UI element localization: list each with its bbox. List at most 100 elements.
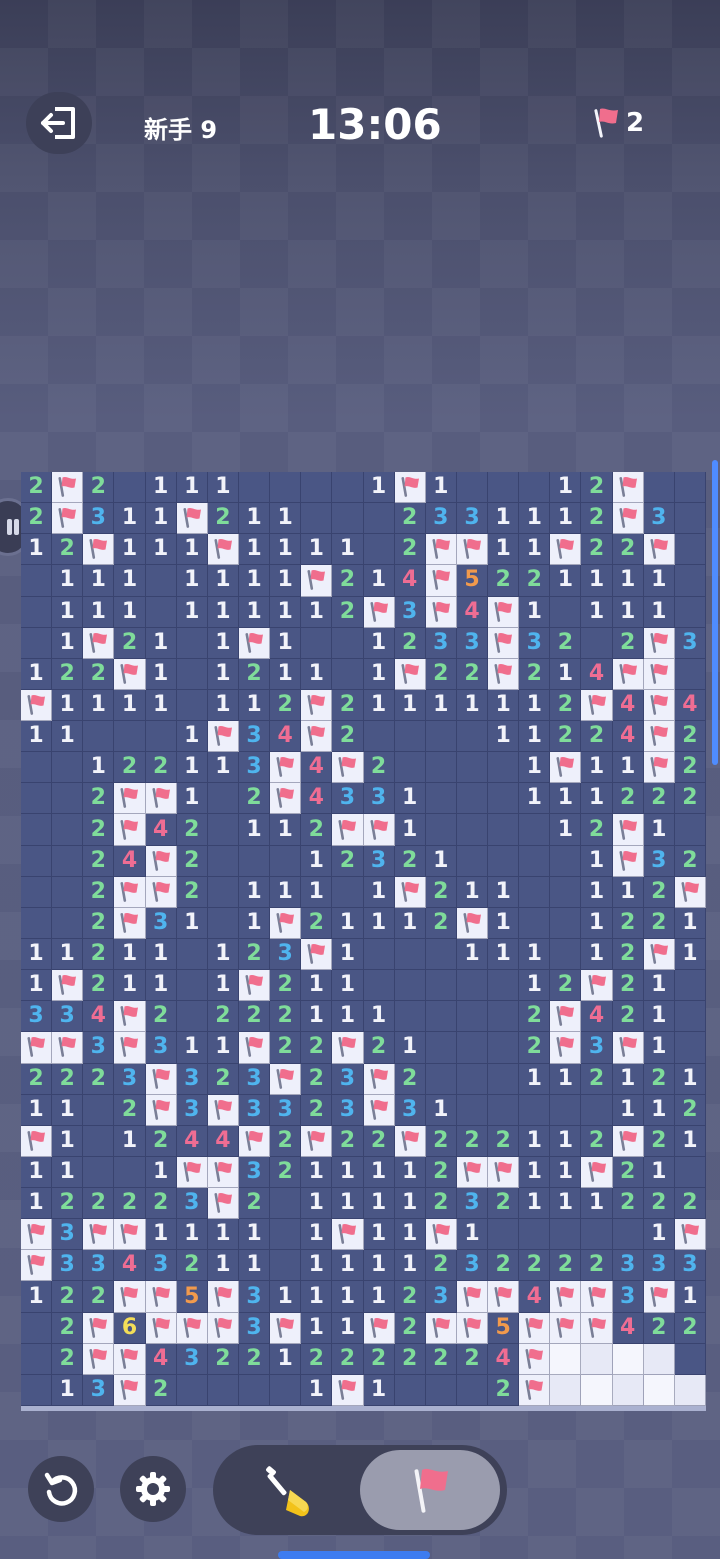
number-cell[interactable]: 2 — [425, 658, 457, 690]
number-cell[interactable]: 1 — [394, 1250, 426, 1282]
flagged-cell[interactable] — [114, 876, 146, 908]
flagged-cell[interactable] — [21, 1125, 53, 1157]
number-cell[interactable]: 1 — [674, 1063, 706, 1095]
covered-cell[interactable] — [581, 1374, 613, 1406]
number-cell[interactable]: 4 — [145, 814, 177, 846]
number-cell[interactable]: 3 — [332, 783, 364, 815]
empty-cell[interactable] — [332, 658, 364, 690]
flagged-cell[interactable] — [301, 1125, 333, 1157]
number-cell[interactable]: 1 — [643, 1001, 675, 1033]
empty-cell[interactable] — [332, 876, 364, 908]
number-cell[interactable]: 3 — [456, 503, 489, 535]
number-cell[interactable]: 1 — [83, 752, 115, 784]
flagged-cell[interactable] — [612, 814, 644, 846]
number-cell[interactable]: 1 — [176, 1219, 208, 1251]
empty-cell[interactable] — [301, 627, 333, 659]
flagged-cell[interactable] — [238, 970, 271, 1002]
number-cell[interactable]: 1 — [581, 907, 613, 939]
number-cell[interactable]: 1 — [145, 658, 177, 690]
number-cell[interactable]: 1 — [301, 1250, 333, 1282]
number-cell[interactable]: 2 — [83, 907, 115, 939]
number-cell[interactable]: 3 — [83, 1250, 115, 1282]
number-cell[interactable]: 2 — [674, 1188, 706, 1220]
number-cell[interactable]: 1 — [519, 721, 551, 753]
flagged-cell[interactable] — [52, 472, 84, 504]
number-cell[interactable]: 1 — [394, 783, 426, 815]
flagged-cell[interactable] — [643, 752, 675, 784]
number-cell[interactable]: 3 — [270, 938, 302, 971]
number-cell[interactable]: 1 — [581, 1188, 613, 1220]
number-cell[interactable]: 1 — [425, 689, 457, 722]
number-cell[interactable]: 2 — [238, 938, 271, 971]
empty-cell[interactable] — [52, 783, 84, 815]
number-cell[interactable]: 3 — [612, 1281, 644, 1313]
empty-cell[interactable] — [21, 876, 53, 908]
empty-cell[interactable] — [176, 627, 208, 659]
number-cell[interactable]: 2 — [674, 1094, 706, 1126]
empty-cell[interactable] — [488, 783, 520, 815]
number-cell[interactable]: 1 — [301, 1312, 333, 1344]
number-cell[interactable]: 2 — [83, 970, 115, 1002]
empty-cell[interactable] — [332, 503, 364, 535]
number-cell[interactable]: 3 — [238, 1156, 271, 1189]
covered-cell[interactable] — [674, 1374, 706, 1406]
empty-cell[interactable] — [176, 938, 208, 971]
number-cell[interactable]: 3 — [425, 503, 457, 535]
number-cell[interactable]: 1 — [550, 814, 582, 846]
number-cell[interactable]: 1 — [270, 814, 302, 846]
flagged-cell[interactable] — [21, 1219, 53, 1251]
number-cell[interactable]: 4 — [519, 1281, 551, 1313]
empty-cell[interactable] — [176, 1001, 208, 1033]
number-cell[interactable]: 2 — [519, 658, 551, 690]
number-cell[interactable]: 3 — [114, 1063, 146, 1095]
number-cell[interactable]: 1 — [301, 876, 333, 908]
number-cell[interactable]: 1 — [394, 1032, 426, 1064]
number-cell[interactable]: 1 — [207, 565, 239, 597]
number-cell[interactable]: 1 — [52, 596, 84, 628]
flagged-cell[interactable] — [83, 534, 115, 566]
number-cell[interactable]: 1 — [488, 721, 520, 753]
flagged-cell[interactable] — [363, 814, 395, 846]
number-cell[interactable]: 4 — [176, 1125, 208, 1157]
number-cell[interactable]: 1 — [145, 472, 177, 504]
empty-cell[interactable] — [674, 565, 706, 597]
number-cell[interactable]: 1 — [643, 596, 675, 628]
flagged-cell[interactable] — [332, 1032, 364, 1064]
number-cell[interactable]: 1 — [52, 1125, 84, 1157]
number-cell[interactable]: 3 — [612, 1250, 644, 1282]
number-cell[interactable]: 2 — [643, 876, 675, 908]
number-cell[interactable]: 1 — [83, 689, 115, 722]
number-cell[interactable]: 1 — [21, 1281, 53, 1313]
flagged-cell[interactable] — [176, 503, 208, 535]
empty-cell[interactable] — [519, 1219, 551, 1251]
flagged-cell[interactable] — [363, 1094, 395, 1126]
empty-cell[interactable] — [332, 472, 364, 504]
number-cell[interactable]: 1 — [363, 1219, 395, 1251]
number-cell[interactable]: 1 — [363, 1188, 395, 1220]
number-cell[interactable]: 2 — [83, 1063, 115, 1095]
empty-cell[interactable] — [207, 876, 239, 908]
number-cell[interactable]: 2 — [581, 814, 613, 846]
number-cell[interactable]: 2 — [52, 1063, 84, 1095]
number-cell[interactable]: 2 — [238, 1343, 271, 1375]
empty-cell[interactable] — [488, 752, 520, 784]
empty-cell[interactable] — [21, 752, 53, 784]
number-cell[interactable]: 1 — [270, 876, 302, 908]
flagged-cell[interactable] — [643, 721, 675, 753]
empty-cell[interactable] — [394, 970, 426, 1002]
number-cell[interactable]: 6 — [114, 1312, 146, 1344]
number-cell[interactable]: 2 — [394, 534, 426, 566]
flagged-cell[interactable] — [332, 752, 364, 784]
number-cell[interactable]: 2 — [301, 1032, 333, 1064]
flagged-cell[interactable] — [550, 1001, 582, 1033]
number-cell[interactable]: 4 — [301, 752, 333, 784]
empty-cell[interactable] — [21, 907, 53, 939]
empty-cell[interactable] — [488, 472, 520, 504]
flagged-cell[interactable] — [394, 1125, 426, 1157]
number-cell[interactable]: 2 — [425, 876, 457, 908]
number-cell[interactable]: 1 — [21, 970, 53, 1002]
number-cell[interactable]: 2 — [114, 1094, 146, 1126]
flagged-cell[interactable] — [550, 752, 582, 784]
flagged-cell[interactable] — [114, 1032, 146, 1064]
empty-cell[interactable] — [425, 1374, 457, 1406]
